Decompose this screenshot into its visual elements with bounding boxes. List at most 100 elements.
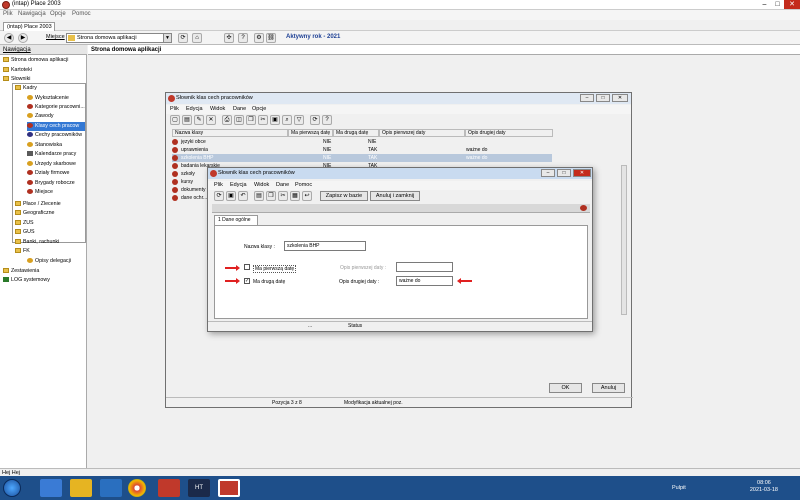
nav-item-fk[interactable]: FK [15, 247, 30, 256]
table-row[interactable]: kursy [172, 178, 212, 186]
column-header-name[interactable]: Nazwa klasy [172, 129, 288, 137]
filter-icon[interactable]: ▽ [294, 115, 304, 125]
nav-item-kalendarze[interactable]: Kalendarze pracy [27, 150, 76, 159]
nav-item-opisy-delegacji[interactable]: Opisy delegacji [27, 257, 71, 266]
home-button-icon[interactable]: ⌂ [192, 33, 202, 43]
nav-item-home[interactable]: Strona domowa aplikacji [3, 56, 68, 65]
table-row[interactable]: dane ochr... [172, 194, 212, 202]
edit-minimize-button[interactable]: – [541, 169, 555, 177]
table-row[interactable]: uprawnienia NIE TAK ważne do [172, 146, 552, 154]
nav-item-banki[interactable]: Banki, rachunki [15, 238, 59, 247]
nav-item-urzedy[interactable]: Urzędy skarbowe [27, 160, 76, 169]
nav-item-gus[interactable]: GUS [15, 228, 34, 237]
menu-plik[interactable]: Plik [3, 11, 13, 17]
maximize-button[interactable]: □ [771, 0, 784, 9]
first-desc-field[interactable] [396, 262, 453, 272]
copy-icon[interactable]: ❐ [266, 191, 276, 201]
nav-item-place[interactable]: Płace / Zlecenie [15, 200, 61, 209]
open-icon[interactable]: ▤ [182, 115, 192, 125]
table-row[interactable]: dokumenty [172, 186, 212, 194]
document-tab[interactable]: (intap) Place 2003 [3, 22, 55, 31]
nav-item-kartoteki[interactable]: Kartoteki [3, 66, 32, 75]
place-app-icon[interactable] [218, 479, 240, 497]
clock[interactable]: 08:06 2021-03-18 [750, 480, 778, 494]
nav-item-cechy[interactable]: Cechy pracowników [27, 131, 82, 140]
desktop-label[interactable]: Pulpit [672, 485, 686, 491]
network-icon[interactable]: ⛓ [266, 33, 276, 43]
nav-item-geograficzne[interactable]: Geograficzne [15, 209, 55, 218]
back-icon[interactable]: ◀ [4, 33, 14, 43]
has-second-date-checkbox[interactable]: ✓ [244, 278, 250, 284]
explorer-icon[interactable] [40, 479, 62, 497]
window-minimize-button[interactable]: – [580, 94, 594, 102]
menu-nawigacja[interactable]: Nawigacja [18, 11, 46, 17]
menu-opcje[interactable]: Opcje [252, 106, 266, 112]
vertical-scrollbar[interactable] [621, 165, 627, 315]
new-icon[interactable]: ▢ [170, 115, 180, 125]
chrome-icon[interactable] [128, 479, 146, 497]
column-header-second-date[interactable]: Ma drugą datę [333, 129, 379, 137]
paste-icon[interactable]: ▣ [270, 115, 280, 125]
save-to-db-button[interactable]: Zapisz w bazie [320, 191, 368, 201]
print-icon[interactable]: ⎙ [222, 115, 232, 125]
cut-icon[interactable]: ✂ [278, 191, 288, 201]
forward-icon[interactable]: ▶ [18, 33, 28, 43]
menu-widok[interactable]: Widok [254, 182, 269, 188]
menu-opcje[interactable]: Opcje [50, 11, 66, 17]
nav-item-stanowiska[interactable]: Stanowiska [27, 141, 62, 150]
name-field[interactable]: szkolenia BHP [284, 241, 366, 251]
undo-icon[interactable]: ↶ [238, 191, 248, 201]
nav-item-slowniki[interactable]: Słowniki [3, 75, 30, 84]
table-row[interactable]: języki obce NIE NIE [172, 138, 552, 146]
refresh-icon[interactable]: ⟳ [214, 191, 224, 201]
copy-icon[interactable]: ❐ [246, 115, 256, 125]
settings-icon[interactable]: ⚙ [254, 33, 264, 43]
nav-item-klasy-cech[interactable]: Klasy cech pracow [27, 122, 85, 131]
column-header-first-date[interactable]: Ma pierwszą datę [288, 129, 333, 137]
paste-icon[interactable]: ▦ [290, 191, 300, 201]
has-first-date-checkbox[interactable] [244, 264, 250, 270]
ok-button[interactable]: OK [549, 383, 582, 393]
nav-item-wyksztalcenie[interactable]: Wykształcenie [27, 94, 69, 103]
location-select[interactable]: Strona domowa aplikacji ▼ [66, 33, 172, 43]
back-icon[interactable]: ↩ [302, 191, 312, 201]
menu-dane[interactable]: Dane [276, 182, 289, 188]
help-icon[interactable]: ? [322, 115, 332, 125]
column-header-first-desc[interactable]: Opis pierwszej daty [379, 129, 465, 137]
app-icon[interactable] [158, 479, 180, 497]
menu-plik[interactable]: Plik [170, 106, 179, 112]
menu-pomoc[interactable]: Pomoc [295, 182, 312, 188]
cancel-button[interactable]: Anuluj [592, 383, 625, 393]
nav-item-zus[interactable]: ZUS [15, 219, 34, 228]
delete-icon[interactable]: ✕ [206, 115, 216, 125]
save-icon[interactable]: ▣ [226, 191, 236, 201]
nav-item-log[interactable]: LOG systemowy [3, 276, 50, 285]
edit-maximize-button[interactable]: □ [557, 169, 571, 177]
app-icon[interactable] [100, 479, 122, 497]
refresh-icon[interactable]: ⟳ [310, 115, 320, 125]
media-icon[interactable] [70, 479, 92, 497]
column-header-second-desc[interactable]: Opis drugiej daty [465, 129, 553, 137]
menu-edycja[interactable]: Edycja [186, 106, 203, 112]
nav-item-kadry[interactable]: Kadry [15, 84, 37, 93]
edit-close-button[interactable]: ✕ [573, 169, 591, 177]
menu-dane[interactable]: Dane [233, 106, 246, 112]
table-row-selected[interactable]: szkolenia BHP NIE TAK ważne do [172, 154, 552, 162]
help-icon[interactable]: ? [238, 33, 248, 43]
start-button[interactable] [3, 479, 21, 497]
menu-edycja[interactable]: Edycja [230, 182, 247, 188]
tab-dane-ogolne[interactable]: 1 Dane ogólne [214, 215, 258, 225]
nav-item-dzialy[interactable]: Działy firmowe [27, 169, 69, 178]
nav-item-kategorie[interactable]: Kategorie pracowni... [27, 103, 85, 112]
nav-item-zestawienia[interactable]: Zestawienia [3, 267, 39, 276]
chevron-down-icon[interactable]: ▼ [163, 34, 171, 42]
tools-icon[interactable]: ✣ [224, 33, 234, 43]
second-desc-field[interactable]: ważne do [396, 276, 453, 286]
refresh-icon[interactable]: ⟳ [178, 33, 188, 43]
open-icon[interactable]: ▤ [254, 191, 264, 201]
table-row[interactable]: szkoły [172, 170, 212, 178]
nav-item-miejsce[interactable]: Miejsce [27, 188, 53, 197]
find-icon[interactable]: ⌕ [282, 115, 292, 125]
cancel-and-close-button[interactable]: Anuluj i zamknij [370, 191, 420, 201]
minimize-button[interactable]: – [758, 0, 771, 9]
